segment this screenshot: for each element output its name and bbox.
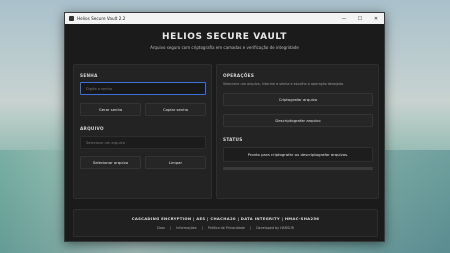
- developer-link[interactable]: Developed by HARSUR: [256, 226, 294, 230]
- generate-password-button[interactable]: Gerar senha: [80, 103, 141, 116]
- clear-button[interactable]: Limpar: [145, 156, 206, 169]
- app-footer: CASCADING ENCRYPTION | AES | CHACHA20 | …: [73, 209, 378, 237]
- minimize-icon[interactable]: —: [336, 13, 352, 24]
- arquivo-section-title: ARQUIVO: [80, 126, 104, 131]
- app-window: Helios Secure Vault 2.2 — ☐ ✕ HELIOS SEC…: [64, 12, 385, 242]
- footer-links: Doar | Informações | Política de Privaci…: [74, 226, 377, 230]
- decrypt-file-button[interactable]: Descriptografar arquivo: [223, 114, 373, 127]
- app-icon: [69, 16, 74, 21]
- close-icon[interactable]: ✕: [368, 13, 384, 24]
- senha-section-title: SENHA: [80, 73, 98, 78]
- progress-bar: [223, 167, 373, 170]
- page-title: HELIOS SECURE VAULT: [162, 32, 287, 42]
- left-panel: SENHA Digite a senha Gerar senha Copiar …: [73, 64, 212, 199]
- page-subtitle: Arquivo seguro com criptografia em camad…: [150, 45, 299, 50]
- status-message: Pronto para criptografar ou descriptogra…: [223, 147, 373, 162]
- link-separator: |: [170, 226, 172, 230]
- password-input[interactable]: Digite a senha: [80, 82, 206, 95]
- select-file-button[interactable]: Selecionar arquivo: [80, 156, 141, 169]
- encrypt-file-button[interactable]: Criptografar arquivo: [223, 93, 373, 106]
- operations-hint: Selecione um arquivo, informe a senha e …: [223, 82, 345, 86]
- operacoes-section-title: OPERAÇÕES: [223, 73, 255, 78]
- link-separator: |: [250, 226, 252, 230]
- info-link[interactable]: Informações: [176, 226, 196, 230]
- status-section-title: STATUS: [223, 137, 243, 142]
- title-bar[interactable]: Helios Secure Vault 2.2 — ☐ ✕: [65, 13, 384, 24]
- privacy-link[interactable]: Política de Privacidade: [208, 226, 245, 230]
- copy-password-button[interactable]: Copiar senha: [145, 103, 206, 116]
- tech-banner: CASCADING ENCRYPTION | AES | CHACHA20 | …: [131, 216, 320, 221]
- right-panel: OPERAÇÕES Selecione um arquivo, informe …: [216, 64, 379, 199]
- link-separator: |: [201, 226, 203, 230]
- donate-link[interactable]: Doar: [157, 226, 165, 230]
- file-path-input[interactable]: Selecione um arquivo: [80, 136, 206, 149]
- window-title: Helios Secure Vault 2.2: [77, 16, 126, 21]
- app-header: HELIOS SECURE VAULT Arquivo seguro com c…: [65, 24, 384, 68]
- maximize-icon[interactable]: ☐: [352, 13, 368, 24]
